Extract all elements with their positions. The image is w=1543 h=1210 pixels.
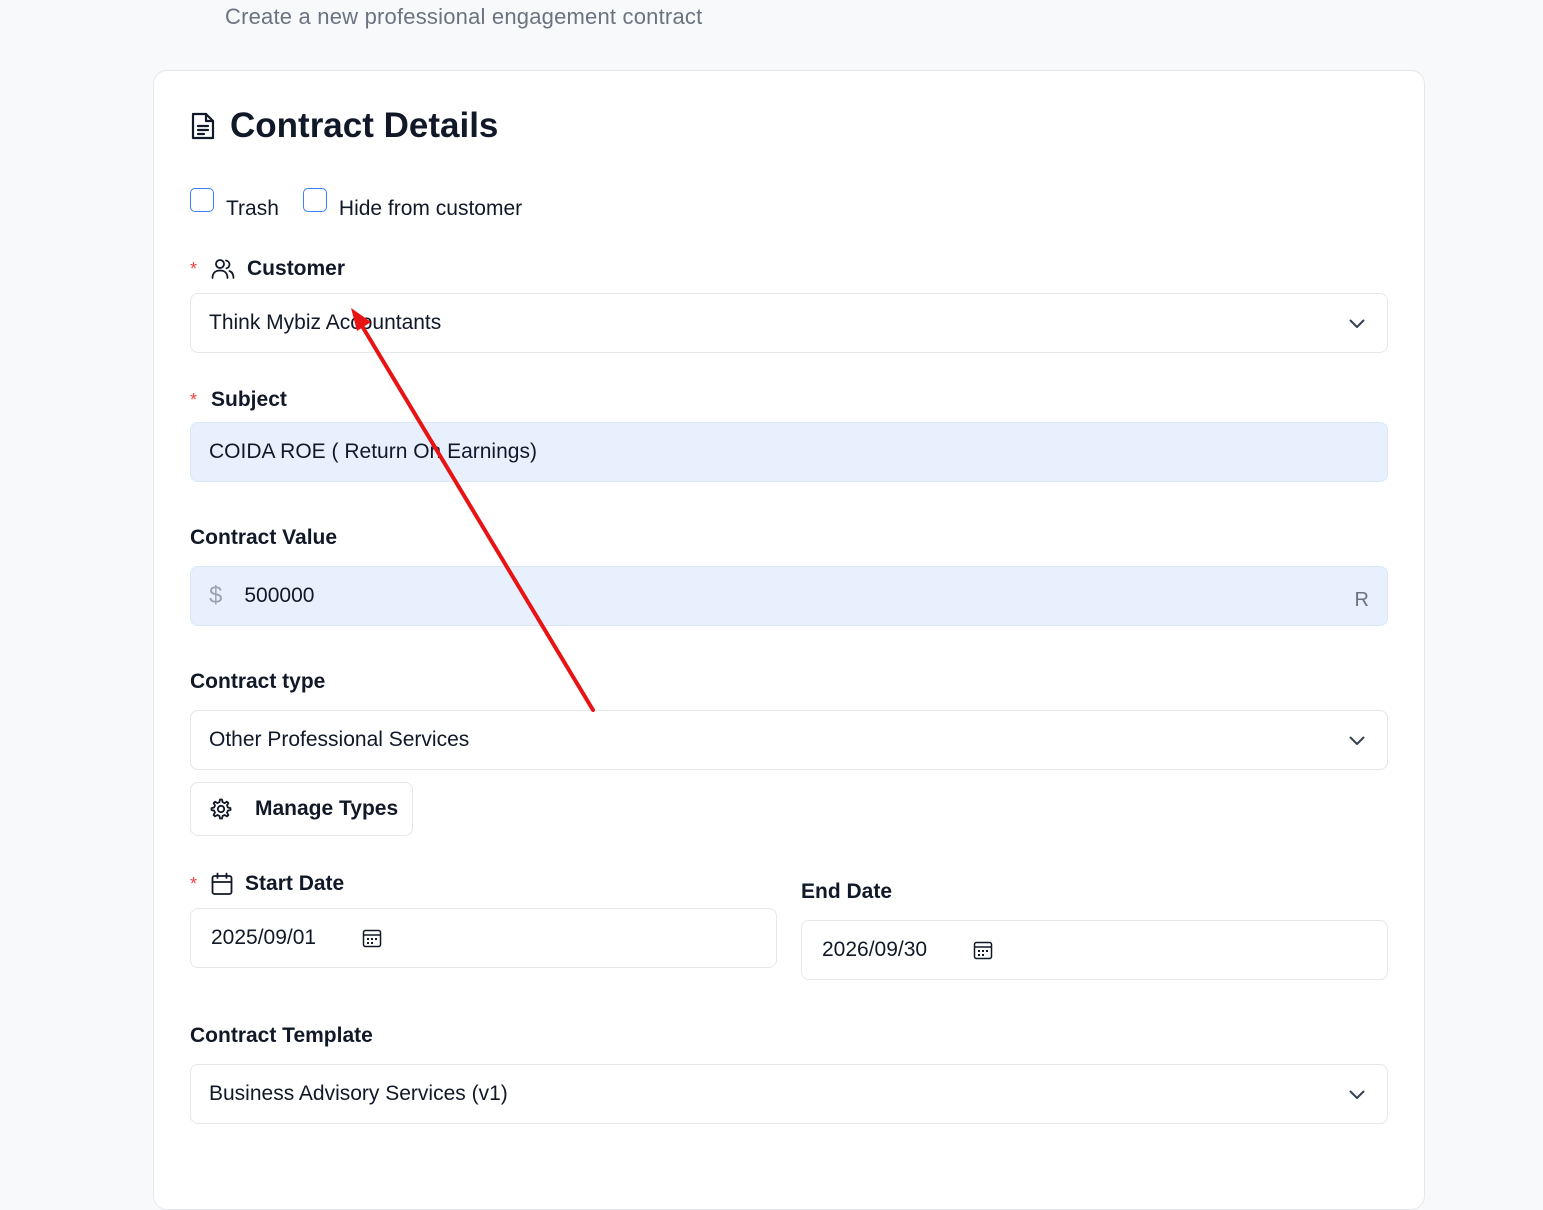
end-date-input[interactable]: 2026/09/30 [801, 920, 1388, 980]
card-header: Contract Details [190, 106, 498, 146]
chevron-down-icon[interactable] [1349, 311, 1365, 335]
calendar-picker-icon[interactable] [973, 940, 993, 960]
end-date-label-text: End Date [801, 880, 893, 903]
hide-from-customer-checkbox[interactable]: Hide from customer [302, 188, 523, 221]
start-date-label-text: Start Date [245, 872, 345, 895]
contract-type-value: Other Professional Services [209, 728, 470, 751]
hide-from-customer-checkbox-box[interactable] [302, 188, 327, 212]
start-date-input[interactable]: 2025/09/01 [190, 908, 777, 968]
contract-type-label: Contract type [190, 670, 325, 694]
customer-label: * Customer [190, 257, 345, 281]
trash-label: Trash [226, 197, 279, 220]
contract-template-label: Contract Template [190, 1024, 373, 1048]
end-date-label: End Date [801, 880, 892, 904]
trash-checkbox[interactable]: Trash [190, 188, 279, 221]
start-date-label: * Start Date [190, 872, 344, 896]
contract-value-input[interactable]: $ 500000 R [190, 566, 1388, 626]
end-date-value: 2026/09/30 [822, 938, 928, 961]
subject-label: * Subject [190, 388, 287, 412]
chevron-down-icon[interactable] [1349, 728, 1365, 752]
subject-input[interactable]: COIDA ROE ( Return On Earnings) [190, 422, 1388, 482]
customer-select[interactable]: Think Mybiz Accountants [190, 293, 1388, 353]
currency-suffix: R [1354, 589, 1369, 611]
manage-types-label: Manage Types [255, 797, 399, 820]
card-title: Contract Details [230, 106, 499, 145]
users-icon [211, 258, 235, 280]
document-icon [190, 111, 216, 141]
contract-type-label-text: Contract type [190, 670, 326, 693]
hide-from-customer-label: Hide from customer [338, 197, 523, 220]
gear-icon [209, 797, 233, 821]
customer-value: Think Mybiz Accountants [209, 311, 442, 334]
subject-value: COIDA ROE ( Return On Earnings) [209, 440, 537, 463]
trash-checkbox-box[interactable] [190, 188, 214, 212]
visibility-options: Trash Hide from customer [190, 188, 522, 221]
required-mark: * [190, 873, 198, 894]
contract-value-label: Contract Value [190, 526, 337, 550]
customer-label-text: Customer [247, 257, 346, 280]
calendar-icon [211, 872, 233, 896]
subject-label-text: Subject [211, 388, 287, 411]
calendar-picker-icon[interactable] [362, 928, 382, 948]
contract-template-select[interactable]: Business Advisory Services (v1) [190, 1064, 1388, 1124]
contract-value-label-text: Contract Value [190, 526, 338, 549]
dollar-icon: $ [209, 582, 223, 609]
required-mark: * [190, 389, 198, 410]
manage-types-button[interactable]: Manage Types [190, 782, 413, 836]
start-date-value: 2025/09/01 [211, 926, 317, 949]
chevron-down-icon[interactable] [1349, 1082, 1365, 1106]
required-mark: * [190, 258, 198, 279]
contract-template-value: Business Advisory Services (v1) [209, 1082, 508, 1105]
page-subtitle: Create a new professional engagement con… [225, 4, 703, 29]
contract-value-amount: 500000 [244, 584, 315, 607]
contract-type-select[interactable]: Other Professional Services [190, 710, 1388, 770]
contract-template-label-text: Contract Template [190, 1024, 373, 1047]
